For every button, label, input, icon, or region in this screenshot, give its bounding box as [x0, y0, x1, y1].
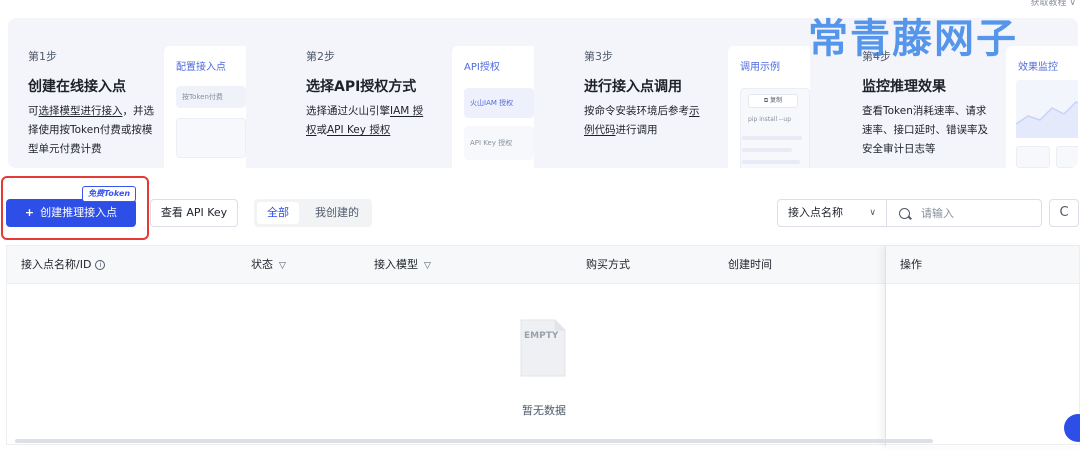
filter-icon[interactable]: ▽	[279, 261, 286, 271]
step-preview: 效果监控	[1006, 46, 1078, 168]
create-endpoint-label: 创建推理接入点	[40, 206, 118, 219]
step-preview: 调用示例 ⧉ 复制 pip install --up	[728, 46, 810, 168]
step-2: 第2步 选择API授权方式 选择通过火山引擎IAM 授权或API Key 授权 …	[306, 18, 566, 168]
step-title: 进行接入点调用	[584, 79, 682, 95]
empty-document-icon: EMPTY	[520, 319, 566, 377]
column-header-name: 接入点名称/ID i	[21, 246, 106, 284]
search-icon	[899, 208, 910, 219]
step-description: 可选择模型进行接入，并选择使用按Token付费或按模型单元付费计费	[28, 105, 154, 155]
tutorial-link[interactable]: 获取教程 ∨	[1031, 0, 1076, 8]
copy-button: ⧉ 复制	[748, 94, 798, 108]
step-1: 第1步 创建在线接入点 可选择模型进行接入，并选择使用按Token付费或按模型单…	[28, 18, 288, 168]
search-box	[886, 199, 1042, 227]
step-title: 监控推理效果	[862, 79, 946, 95]
search-input[interactable]	[921, 204, 1031, 222]
step-description: 按命令安装环境后参考示例代码进行调用	[584, 105, 700, 136]
step-number: 第3步	[584, 50, 613, 63]
step-description: 选择通过火山引擎IAM 授权或API Key 授权	[306, 105, 424, 136]
step-title: 选择API授权方式	[306, 79, 417, 95]
chart-thumbnail-icon	[1016, 80, 1078, 138]
column-header-model: 接入模型 ▽	[374, 258, 431, 271]
chevron-down-icon: ∨	[869, 208, 876, 218]
select-model-link[interactable]: 选择模型进行接入	[39, 105, 123, 117]
view-api-key-button[interactable]: 查看 API Key	[150, 199, 238, 227]
plus-icon: +	[24, 206, 35, 219]
search-field-select[interactable]: 接入点名称 ∨	[777, 199, 887, 227]
step-preview: 配置接入点 按Token付费	[164, 46, 246, 168]
step-preview: API授权 火山IAM 授权 API Key 授权	[452, 46, 534, 168]
watermark-text: 常青藤网子	[808, 16, 1018, 62]
column-header-created: 创建时间	[728, 258, 772, 271]
info-icon[interactable]: i	[95, 260, 106, 270]
free-token-badge: 免费Token	[82, 186, 137, 202]
empty-illustration-label: EMPTY	[524, 331, 559, 341]
step-title: 创建在线接入点	[28, 79, 126, 95]
api-key-auth-link[interactable]: API Key 授权	[327, 124, 390, 136]
create-endpoint-button[interactable]: + 创建推理接入点	[6, 199, 136, 227]
step-number: 第1步	[28, 50, 57, 63]
refresh-icon[interactable]: C	[1049, 199, 1079, 227]
column-header-purchase: 购买方式	[586, 258, 630, 271]
horizontal-scrollbar[interactable]	[15, 439, 933, 443]
filter-mine-tab[interactable]: 我创建的	[304, 202, 370, 224]
empty-state-text: 暂无数据	[522, 404, 566, 417]
step-description: 查看Token消耗速率、请求速率、接口延时、错误率及安全审计日志等	[862, 105, 988, 155]
endpoint-table: 接入点名称/ID i 状态 ▽ 接入模型 ▽ 购买方式 创建时间 操作 EMPTY 暂…	[6, 245, 1080, 446]
ownership-filter: 全部 我创建的	[254, 199, 372, 227]
filter-icon[interactable]: ▽	[424, 261, 431, 271]
step-number: 第2步	[306, 50, 335, 63]
search-field-label: 接入点名称	[788, 206, 843, 219]
filter-all-tab[interactable]: 全部	[257, 202, 299, 224]
column-header-status: 状态 ▽	[251, 258, 286, 271]
step-3: 第3步 进行接入点调用 按命令安装环境后参考示例代码进行调用 调用示例 ⧉ 复制…	[584, 18, 844, 168]
